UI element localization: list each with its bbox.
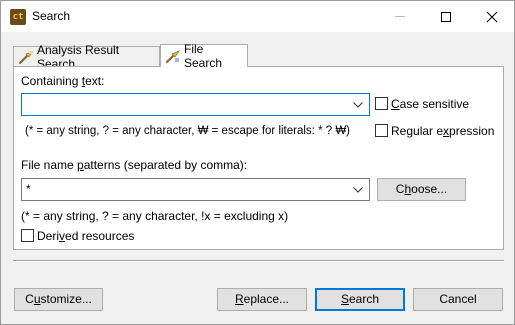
file-search-panel: Containing text: Case sensitive (* = any… <box>13 66 504 250</box>
footer-separator <box>13 260 504 262</box>
label-part: Containing <box>21 74 82 88</box>
close-button[interactable] <box>469 1 515 32</box>
window-title: Search <box>32 9 71 23</box>
regular-expression-label[interactable]: Regular expression <box>391 124 494 138</box>
file-search-icon <box>165 50 181 64</box>
label-part: File name <box>21 158 78 172</box>
mnemonic: C <box>391 97 400 111</box>
chevron-down-icon[interactable] <box>353 187 363 193</box>
containing-text-label: Containing text: <box>21 74 104 88</box>
search-button[interactable]: Search <box>315 288 405 311</box>
mnemonic: R <box>234 292 244 306</box>
label-part: ed resources <box>65 229 135 243</box>
label-part: eplace... <box>243 292 290 306</box>
tab-analysis-result-search[interactable]: Analysis Result Search <box>13 43 160 71</box>
tab-label: File Search <box>184 42 223 70</box>
maximize-button[interactable] <box>423 1 469 32</box>
replace-button[interactable]: Replace... <box>217 288 307 311</box>
chevron-down-icon[interactable] <box>353 102 363 108</box>
mnemonic: u <box>33 292 41 306</box>
derived-resources-checkbox[interactable] <box>21 229 34 242</box>
maximize-icon <box>441 11 451 22</box>
title-bar[interactable]: ct Search <box>1 1 514 32</box>
minimize-icon <box>395 16 405 17</box>
label-part: ext: <box>85 74 105 88</box>
label-part: Regular e <box>391 124 444 138</box>
label-part: oose... <box>411 182 448 196</box>
file-name-patterns-hint: (* = any string, ? = any character, !x =… <box>21 209 289 223</box>
label-part: pression <box>449 124 495 138</box>
search-dialog: ct Search Analysis Result Search File Se… <box>0 0 515 325</box>
case-sensitive-checkbox[interactable] <box>375 97 388 110</box>
mnemonic: p <box>77 158 84 172</box>
mnemonic: S <box>340 292 349 306</box>
containing-text-combo[interactable] <box>21 93 370 116</box>
flashlight-search-icon <box>18 51 33 65</box>
label-part: earch <box>348 292 380 306</box>
derived-resources-label[interactable]: Derived resources <box>37 229 134 243</box>
tab-file-search[interactable]: File Search <box>160 42 248 70</box>
containing-text-hint: (* = any string, ? = any character, ₩ = … <box>25 125 351 137</box>
file-name-patterns-combo[interactable]: * <box>21 178 370 201</box>
app-icon: ct <box>10 9 26 25</box>
file-name-patterns-value: * <box>26 182 31 196</box>
customize-button[interactable]: Customize... <box>14 288 103 311</box>
regular-expression-checkbox[interactable] <box>375 124 388 137</box>
label-part: C <box>25 292 34 306</box>
label-part: atterns (separated by comma): <box>83 158 248 172</box>
choose-button[interactable]: Choose... <box>377 178 466 201</box>
cancel-button[interactable]: Cancel <box>413 288 503 311</box>
case-sensitive-label[interactable]: Case sensitive <box>391 97 469 111</box>
label-part: Deri <box>37 229 60 243</box>
file-name-patterns-label: File name patterns (separated by comma): <box>21 158 247 172</box>
minimize-button[interactable] <box>377 1 423 32</box>
label-part: ase sensitive <box>399 97 470 111</box>
close-icon <box>486 11 498 22</box>
label-part: stomize... <box>40 292 92 306</box>
